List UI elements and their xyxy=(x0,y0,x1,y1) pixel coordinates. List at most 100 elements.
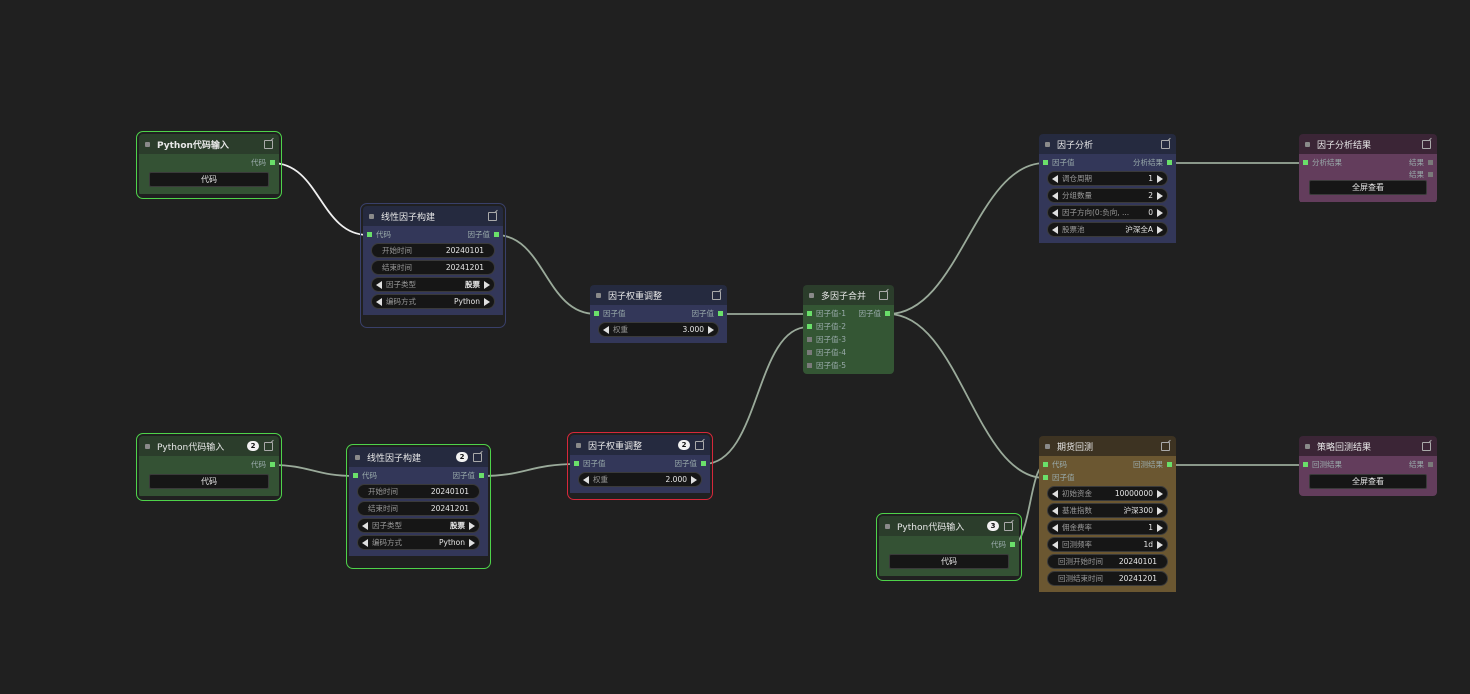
node-factor-analysis-result[interactable]: 因子分析结果 分析结果 结果 结果 全屏查看 xyxy=(1299,134,1437,203)
encoding-combo[interactable]: 编码方式 Python xyxy=(357,535,480,550)
fullscreen-view-button[interactable]: 全屏查看 xyxy=(1309,474,1427,489)
arrow-right-icon[interactable] xyxy=(469,538,475,547)
input-port[interactable] xyxy=(807,363,812,368)
node-weight-adjust-1[interactable]: 因子权重调整 因子值 因子值 权重 3.000 xyxy=(590,285,727,346)
edit-icon[interactable] xyxy=(1161,139,1170,149)
node-factor-analysis[interactable]: 因子分析 因子值 分析结果 调仓周期 1 分组数量 2 因子方向(0:负向, ... 0… xyxy=(1039,134,1176,253)
input-port[interactable] xyxy=(807,337,812,342)
edit-icon[interactable] xyxy=(1004,521,1013,531)
input-port[interactable] xyxy=(1043,462,1048,467)
input-port[interactable] xyxy=(1303,462,1308,467)
collapse-dot-icon[interactable] xyxy=(355,454,360,460)
backtest-frequency-combo[interactable]: 回测频率 1d xyxy=(1047,537,1168,552)
output-port[interactable] xyxy=(1428,462,1433,467)
edit-icon[interactable] xyxy=(1161,441,1170,451)
factor-direction-stepper[interactable]: 因子方向(0:负向, ... 0 xyxy=(1047,205,1168,220)
arrow-right-icon[interactable] xyxy=(708,325,714,334)
edit-icon[interactable] xyxy=(1422,139,1431,149)
collapse-dot-icon[interactable] xyxy=(576,442,581,448)
factor-type-combo[interactable]: 因子类型 股票 xyxy=(357,518,480,533)
arrow-right-icon[interactable] xyxy=(1157,506,1163,515)
node-python-input-3[interactable]: Python代码输入 3 代码 代码 xyxy=(876,513,1022,581)
output-port[interactable] xyxy=(1428,172,1433,177)
fullscreen-view-button[interactable]: 全屏查看 xyxy=(1309,180,1427,195)
edit-icon[interactable] xyxy=(264,139,273,149)
end-time-widget[interactable]: 结束时间 20241201 xyxy=(371,260,495,275)
node-python-input-2[interactable]: Python代码输入 2 代码 代码 xyxy=(136,433,282,501)
arrow-right-icon[interactable] xyxy=(1157,174,1163,183)
output-port[interactable] xyxy=(270,462,275,467)
input-port[interactable] xyxy=(807,350,812,355)
output-port[interactable] xyxy=(1167,462,1172,467)
code-button[interactable]: 代码 xyxy=(889,554,1009,569)
encoding-combo[interactable]: 编码方式 Python xyxy=(371,294,495,309)
input-port[interactable] xyxy=(594,311,599,316)
output-port[interactable] xyxy=(718,311,723,316)
weight-stepper[interactable]: 权重 2.000 xyxy=(578,472,702,487)
edit-icon[interactable] xyxy=(1422,441,1431,451)
output-port[interactable] xyxy=(1428,160,1433,165)
output-port[interactable] xyxy=(1010,542,1015,547)
start-time-widget[interactable]: 开始时间 20240101 xyxy=(371,243,495,258)
arrow-right-icon[interactable] xyxy=(691,475,697,484)
arrow-right-icon[interactable] xyxy=(1157,191,1163,200)
edit-icon[interactable] xyxy=(695,440,704,450)
input-port[interactable] xyxy=(574,461,579,466)
edit-icon[interactable] xyxy=(264,441,273,451)
output-port[interactable] xyxy=(479,473,484,478)
backtest-end-time-widget[interactable]: 回测结束时间 20241201 xyxy=(1047,571,1168,586)
input-port[interactable] xyxy=(807,311,812,316)
group-count-stepper[interactable]: 分组数量 2 xyxy=(1047,188,1168,203)
output-port[interactable] xyxy=(494,232,499,237)
collapse-dot-icon[interactable] xyxy=(1305,141,1310,147)
collapse-dot-icon[interactable] xyxy=(145,443,150,449)
edit-icon[interactable] xyxy=(473,452,482,462)
end-time-widget[interactable]: 结束时间 20241201 xyxy=(357,501,480,516)
benchmark-index-combo[interactable]: 基准指数 沪深300 xyxy=(1047,503,1168,518)
arrow-right-icon[interactable] xyxy=(1157,489,1163,498)
weight-stepper[interactable]: 权重 3.000 xyxy=(598,322,719,337)
collapse-dot-icon[interactable] xyxy=(885,523,890,529)
commission-rate-stepper[interactable]: 佣金费率 1 xyxy=(1047,520,1168,535)
arrow-right-icon[interactable] xyxy=(1157,540,1163,549)
arrow-right-icon[interactable] xyxy=(1157,225,1163,234)
arrow-right-icon[interactable] xyxy=(484,297,490,306)
collapse-dot-icon[interactable] xyxy=(1045,141,1050,147)
input-port[interactable] xyxy=(1043,160,1048,165)
arrow-right-icon[interactable] xyxy=(469,521,475,530)
input-port[interactable] xyxy=(1303,160,1308,165)
collapse-dot-icon[interactable] xyxy=(809,292,814,298)
node-linear-factor-2[interactable]: 线性因子构建 2 代码 因子值 开始时间 20240101 结束时间 20241201 … xyxy=(346,444,491,569)
output-port[interactable] xyxy=(885,311,890,316)
collapse-dot-icon[interactable] xyxy=(1305,443,1310,449)
start-time-widget[interactable]: 开始时间 20240101 xyxy=(357,484,480,499)
node-linear-factor-1[interactable]: 线性因子构建 代码 因子值 开始时间 20240101 结束时间 20241201 因… xyxy=(360,203,506,328)
stock-pool-combo[interactable]: 股票池 沪深全A xyxy=(1047,222,1168,237)
node-multi-factor-merge[interactable]: 多因子合并 因子值-1 因子值 因子值-2 因子值-3 因子值-4 因子值-5 xyxy=(803,285,894,374)
edit-icon[interactable] xyxy=(712,290,721,300)
input-port[interactable] xyxy=(353,473,358,478)
edit-icon[interactable] xyxy=(488,211,497,221)
arrow-right-icon[interactable] xyxy=(484,280,490,289)
rebalance-period-stepper[interactable]: 调仓周期 1 xyxy=(1047,171,1168,186)
edit-icon[interactable] xyxy=(879,290,888,300)
input-port[interactable] xyxy=(807,324,812,329)
output-port[interactable] xyxy=(1167,160,1172,165)
arrow-right-icon[interactable] xyxy=(1157,208,1163,217)
factor-type-combo[interactable]: 因子类型 股票 xyxy=(371,277,495,292)
output-port[interactable] xyxy=(701,461,706,466)
node-futures-backtest[interactable]: 期货回测 代码 回测结果 因子值 初始资金 10000000 基准指数 沪深300 佣… xyxy=(1039,436,1176,606)
code-button[interactable]: 代码 xyxy=(149,474,269,489)
output-port[interactable] xyxy=(270,160,275,165)
arrow-right-icon[interactable] xyxy=(1157,523,1163,532)
node-python-input-1[interactable]: Python代码输入 代码 代码 xyxy=(136,131,282,199)
backtest-start-time-widget[interactable]: 回测开始时间 20240101 xyxy=(1047,554,1168,569)
node-weight-adjust-2[interactable]: 因子权重调整 2 因子值 因子值 权重 2.000 xyxy=(567,432,713,500)
code-button[interactable]: 代码 xyxy=(149,172,269,187)
node-strategy-backtest-result[interactable]: 策略回测结果 回测结果 结果 全屏查看 xyxy=(1299,436,1437,496)
input-port[interactable] xyxy=(1043,475,1048,480)
initial-capital-stepper[interactable]: 初始资金 10000000 xyxy=(1047,486,1168,501)
collapse-dot-icon[interactable] xyxy=(596,292,601,298)
collapse-dot-icon[interactable] xyxy=(145,141,150,147)
collapse-dot-icon[interactable] xyxy=(1045,443,1050,449)
